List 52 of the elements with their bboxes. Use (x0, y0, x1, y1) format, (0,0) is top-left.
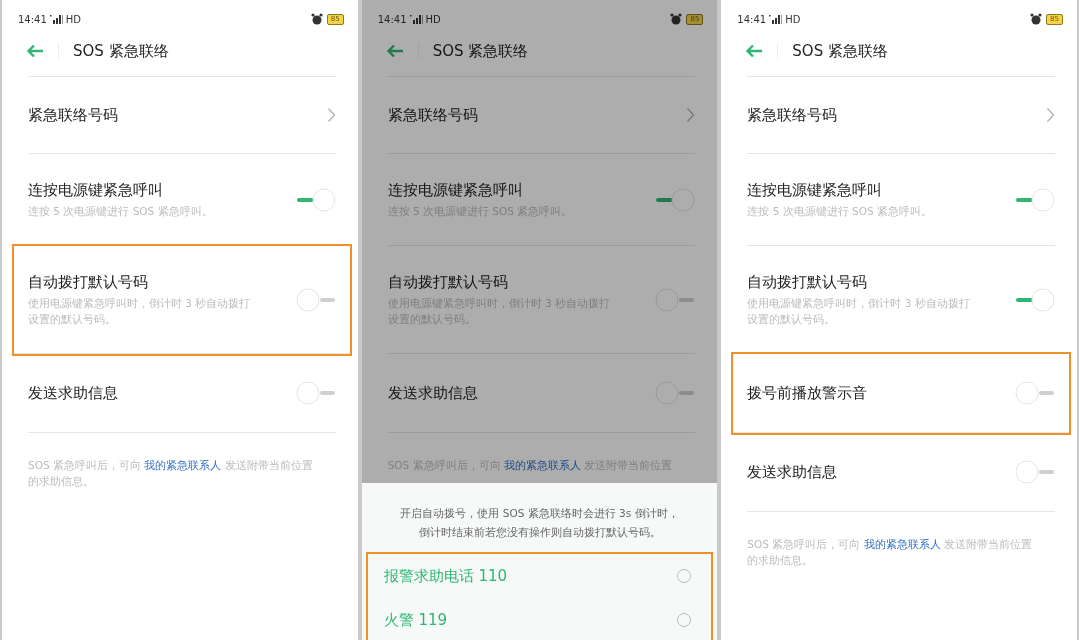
setting-title: 自动拨打默认号码 (747, 272, 869, 292)
toggle-switch[interactable] (295, 187, 336, 212)
back-icon[interactable] (385, 44, 404, 58)
item-label: 紧急联络号码 (747, 105, 839, 125)
contacts-link[interactable]: 我的紧急联系人 (144, 459, 222, 471)
page-title: SOS 紧急联络 (58, 43, 169, 59)
toggle-switch[interactable] (655, 187, 696, 212)
setting-title: 连按电源键紧急呼叫 (28, 180, 164, 200)
item-label: 紧急联络号码 (28, 105, 119, 125)
setting-description: 连按 5 次电源键进行 SOS 紧急呼叫。 (747, 204, 933, 219)
contacts-link[interactable]: 我的紧急联系人 (863, 538, 941, 550)
setting-title: 发送求助信息 (747, 462, 839, 482)
toggle-switch[interactable] (295, 381, 336, 405)
signal-icon (49, 14, 64, 24)
setting-title: 发送求助信息 (387, 383, 479, 403)
toggle-switch[interactable] (655, 381, 696, 405)
network-type: HD (65, 12, 82, 27)
number-option[interactable]: 报警求助电话 110 (367, 554, 712, 598)
toggle-switch[interactable] (655, 287, 696, 312)
setting-title: 拨号前播放警示音 (747, 383, 869, 403)
chevron-right-icon (1046, 107, 1055, 123)
setting-title: 连按电源键紧急呼叫 (387, 180, 524, 200)
signal-icon (409, 14, 424, 24)
setting-title: 自动拨打默认号码 (387, 272, 509, 292)
toggle-switch[interactable] (1015, 460, 1055, 484)
clock-time: 14:41 (18, 12, 47, 27)
number-option[interactable]: 火警 119 (367, 598, 712, 640)
sheet-message: 开启自动拨号，使用 SOS 紧急联络时会进行 3s 倒计时， 倒计时结束前若您没有操作则自动拨打默认号码。 (399, 506, 680, 540)
alarm-icon (670, 13, 683, 25)
toggle-switch[interactable] (1015, 287, 1055, 312)
toggle-switch[interactable] (1015, 187, 1055, 212)
back-icon[interactable] (26, 44, 44, 58)
back-icon[interactable] (745, 44, 764, 58)
chevron-right-icon (326, 107, 336, 123)
setting-title: 自动拨打默认号码 (28, 272, 149, 292)
network-type: HD (785, 12, 801, 27)
page-title: SOS 紧急联络 (777, 43, 888, 59)
signal-icon (769, 14, 784, 24)
item-label: 紧急联络号码 (387, 105, 479, 125)
page-title: SOS 紧急联络 (417, 43, 529, 59)
setting-title: 连按电源键紧急呼叫 (747, 180, 884, 200)
contacts-link[interactable]: 我的紧急联系人 (503, 459, 581, 471)
network-type: HD (425, 12, 441, 27)
alarm-icon (1030, 13, 1043, 25)
chevron-right-icon (686, 107, 696, 123)
toggle-switch[interactable] (295, 287, 336, 312)
toggle-switch[interactable] (1015, 381, 1055, 405)
clock-time: 14:41 (377, 12, 407, 27)
setting-title: 发送求助信息 (28, 383, 119, 403)
clock-time: 14:41 (737, 12, 767, 27)
setting-description: 连按 5 次电源键进行 SOS 紧急呼叫。 (28, 204, 214, 219)
alarm-icon (310, 13, 323, 25)
